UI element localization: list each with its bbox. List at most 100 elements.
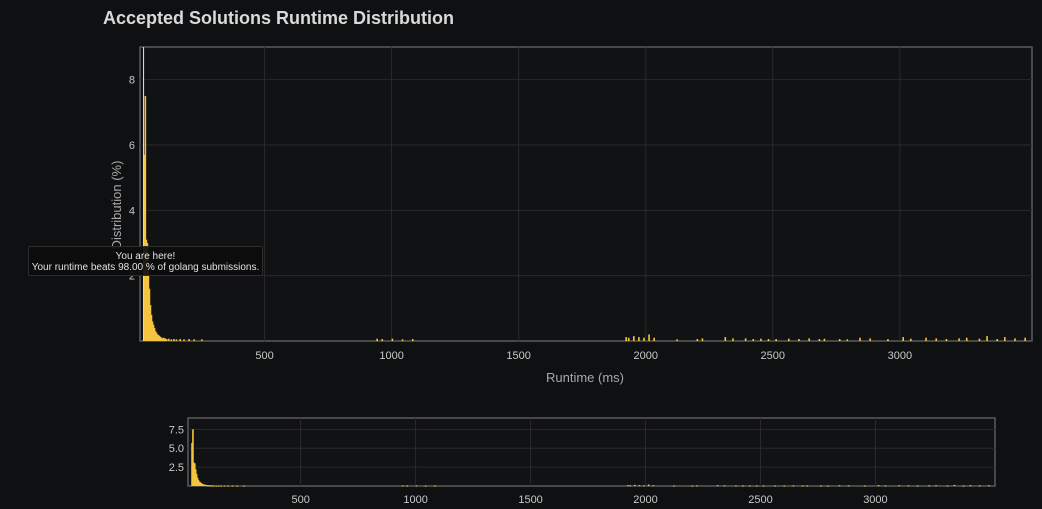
main-bar: [978, 338, 981, 341]
navigator-bar: [907, 485, 910, 487]
navigator-x-tick-label: 3000: [863, 494, 887, 506]
navigator-x-tick-label: 500: [291, 494, 309, 506]
main-bar: [818, 339, 821, 341]
main-bar: [887, 339, 889, 341]
navigator-bar: [696, 485, 698, 487]
main-bar: [767, 339, 770, 341]
navigator-bar: [820, 485, 822, 487]
navigator-panel: 500 1000 1500 2000 2500 3000 2.5 5.0 7.5: [169, 417, 996, 506]
main-bar: [164, 338, 166, 341]
navigator-x-tick-label: 2000: [633, 494, 657, 506]
navigator-bar: [652, 485, 655, 487]
main-bar: [643, 337, 645, 341]
main-bar: [902, 337, 904, 341]
main-bar: [391, 338, 394, 341]
main-panel: 500 1000 1500 2000 2500 30002468Runtime (ms)D…: [109, 46, 1033, 385]
main-bar: [638, 337, 640, 341]
navigator-bar: [716, 485, 719, 487]
navigator-bar: [215, 485, 218, 487]
main-bar: [653, 337, 655, 341]
main-bar: [162, 337, 165, 341]
x-axis-label: Runtime (ms): [546, 370, 624, 385]
navigator-bar: [783, 485, 786, 487]
navigator-y-tick-label: 7.5: [169, 424, 184, 436]
navigator-bar: [969, 485, 972, 487]
navigator-bar: [634, 484, 636, 486]
main-bar: [696, 339, 699, 341]
navigator-bar: [806, 485, 809, 487]
main-bar: [1024, 337, 1026, 341]
navigator-bar: [962, 485, 965, 487]
main-bar: [925, 337, 927, 341]
navigator-frame: [187, 417, 996, 487]
main-bar: [188, 339, 190, 341]
navigator-bar: [434, 485, 436, 487]
main-bar: [808, 338, 810, 341]
navigator-bar: [935, 485, 937, 487]
navigator-bar: [792, 485, 795, 487]
tooltip-headline: You are here!: [115, 251, 176, 262]
main-x-tick-label: 2500: [761, 350, 785, 362]
main-bar: [859, 337, 861, 341]
main-bar: [701, 338, 704, 341]
runtime-tooltip: You are here! Your runtime beats 98.00 %…: [28, 246, 263, 276]
navigator-bar: [838, 485, 841, 487]
navigator-bar: [801, 485, 804, 487]
navigator-bar: [243, 485, 245, 487]
main-x-tick-label: 1500: [506, 350, 530, 362]
navigator-bar: [406, 485, 409, 487]
navigator-bar: [211, 485, 214, 487]
navigator-bar: [415, 485, 418, 487]
main-bar: [752, 339, 755, 341]
navigator-bar: [208, 485, 211, 487]
main-bar: [732, 338, 734, 341]
navigator-bar: [898, 485, 901, 487]
navigator-bar: [742, 485, 744, 487]
main-x-tick-label: 2000: [633, 350, 657, 362]
main-bar: [986, 336, 988, 341]
main-bar: [381, 339, 384, 341]
navigator-bar: [223, 485, 226, 487]
main-x-tick-label: 3000: [888, 350, 912, 362]
main-bar: [625, 337, 627, 341]
main-bar: [823, 338, 826, 341]
navigator-bar: [638, 485, 641, 487]
main-bar: [633, 336, 635, 341]
main-bar: [1014, 338, 1016, 341]
main-bar: [401, 339, 404, 341]
main-bar: [170, 339, 173, 341]
main-y-tick-label: 8: [129, 75, 135, 87]
main-bar: [173, 339, 175, 341]
navigator-bar: [691, 485, 694, 487]
main-bar: [376, 338, 378, 341]
main-bar: [996, 339, 999, 341]
navigator-bar: [884, 485, 887, 487]
main-bar: [676, 339, 678, 341]
navigator-bar: [735, 485, 737, 487]
navigator-bar: [762, 485, 765, 487]
main-bar: [760, 338, 762, 341]
main-bar: [724, 337, 727, 341]
navigator-bar: [231, 485, 234, 487]
navigator-bar: [978, 485, 981, 487]
main-bar: [958, 338, 960, 341]
navigator-bar: [236, 485, 238, 487]
navigator-bar: [627, 485, 629, 487]
navigator-bar: [755, 485, 758, 487]
main-bar: [965, 337, 968, 341]
main-frame: [139, 46, 1033, 342]
main-bar: [200, 339, 203, 341]
main-bar: [869, 338, 871, 341]
main-bar: [798, 339, 800, 341]
navigator-x-tick-label: 1500: [518, 494, 542, 506]
y-axis-label: Distribution (%): [109, 161, 124, 250]
main-y-tick-label: 4: [129, 205, 135, 217]
navigator-bar: [401, 485, 404, 487]
main-bar: [910, 338, 912, 341]
main-bar: [846, 339, 849, 341]
navigator-bar: [953, 484, 956, 486]
navigator-bar: [213, 485, 215, 487]
navigator-bar: [629, 485, 632, 487]
main-bar: [167, 338, 170, 341]
navigator-bar: [847, 485, 850, 487]
